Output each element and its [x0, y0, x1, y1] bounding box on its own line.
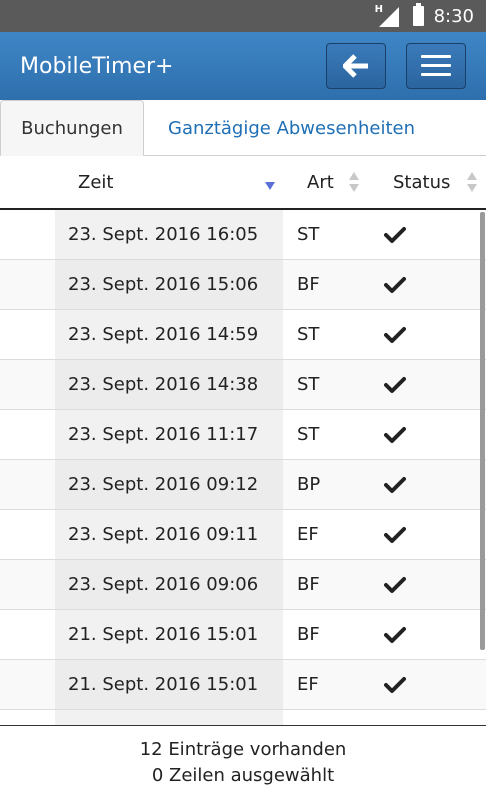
check-icon — [384, 576, 406, 593]
art-cell: BF — [297, 274, 320, 295]
art-cell: BF — [297, 624, 320, 645]
zeit-cell-bg — [55, 710, 283, 725]
battery-icon — [412, 3, 424, 26]
zeit-cell: 23. Sept. 2016 16:05 — [68, 224, 259, 245]
scrollbar[interactable] — [480, 212, 485, 650]
check-icon — [384, 226, 406, 243]
tab-buchungen[interactable]: Buchungen — [0, 100, 144, 156]
sort-descending-icon — [265, 182, 275, 190]
table-header: Zeit Art Status — [0, 157, 486, 210]
status-cell — [384, 360, 406, 409]
arrow-left-icon — [343, 54, 368, 78]
sort-icon-status — [467, 172, 477, 194]
zeit-cell: 23. Sept. 2016 14:59 — [68, 324, 259, 345]
art-cell: ST — [297, 224, 320, 245]
art-cell: EF — [297, 674, 319, 695]
table-row[interactable]: 23. Sept. 2016 09:06 BF — [0, 560, 486, 610]
status-bar: H 8:30 — [0, 0, 486, 32]
art-cell: ST — [297, 374, 320, 395]
check-icon — [384, 326, 406, 343]
status-cell — [384, 260, 406, 309]
art-cell: EF — [297, 524, 319, 545]
tab-bar: Buchungen Ganztägige Abwesenheiten — [0, 100, 486, 156]
column-header-status[interactable]: Status — [393, 157, 450, 208]
art-cell: BF — [297, 574, 320, 595]
zeit-cell: 21. Sept. 2016 15:01 — [68, 624, 259, 645]
table-row[interactable]: 21. Sept. 2016 15:01 EF — [0, 660, 486, 710]
status-cell — [384, 560, 406, 609]
status-cell — [384, 310, 406, 359]
check-icon — [384, 676, 406, 693]
clock: 8:30 — [433, 5, 474, 27]
column-header-zeit[interactable]: Zeit — [78, 157, 113, 208]
back-button[interactable] — [326, 43, 386, 89]
hamburger-icon — [421, 55, 451, 76]
app-bar: MobileTimer+ — [0, 32, 486, 100]
zeit-cell: 23. Sept. 2016 14:38 — [68, 374, 259, 395]
entries-count: 12 Einträge vorhanden — [139, 739, 347, 760]
zeit-cell: 23. Sept. 2016 11:17 — [68, 424, 259, 445]
status-cell — [384, 410, 406, 459]
status-cell — [384, 660, 406, 709]
tab-ganztaegige-abwesenheiten[interactable]: Ganztägige Abwesenheiten — [144, 100, 415, 156]
table-row[interactable]: 21. Sept. 2016 15:01 BF — [0, 610, 486, 660]
column-header-art[interactable]: Art — [307, 157, 334, 208]
status-cell — [384, 210, 406, 259]
art-cell: ST — [297, 324, 320, 345]
table-footer: 12 Einträge vorhanden 0 Zeilen ausgewähl… — [0, 725, 486, 800]
selected-count: 0 Zeilen ausgewählt — [151, 765, 335, 786]
art-cell: BP — [297, 474, 321, 495]
zeit-cell: 23. Sept. 2016 09:06 — [68, 574, 259, 595]
check-icon — [384, 426, 406, 443]
sort-icon-art — [349, 172, 359, 194]
check-icon — [384, 476, 406, 493]
table-row[interactable]: 23. Sept. 2016 09:11 EF — [0, 510, 486, 560]
table-row-partial[interactable] — [0, 710, 486, 725]
zeit-cell: 21. Sept. 2016 15:01 — [68, 674, 259, 695]
table-row[interactable]: 23. Sept. 2016 14:59 ST — [0, 310, 486, 360]
zeit-cell: 23. Sept. 2016 15:06 — [68, 274, 259, 295]
status-cell — [384, 460, 406, 509]
table-row[interactable]: 23. Sept. 2016 14:38 ST — [0, 360, 486, 410]
table-body: 23. Sept. 2016 16:05 ST 23. Sept. 2016 15:… — [0, 210, 486, 725]
zeit-cell: 23. Sept. 2016 09:12 — [68, 474, 259, 495]
check-icon — [384, 626, 406, 643]
table-row[interactable]: 23. Sept. 2016 15:06 BF — [0, 260, 486, 310]
check-icon — [384, 376, 406, 393]
table-row[interactable]: 23. Sept. 2016 16:05 ST — [0, 210, 486, 260]
menu-button[interactable] — [406, 43, 466, 89]
status-cell — [384, 610, 406, 659]
table-row[interactable]: 23. Sept. 2016 09:12 BP — [0, 460, 486, 510]
table-row[interactable]: 23. Sept. 2016 11:17 ST — [0, 410, 486, 460]
zeit-cell: 23. Sept. 2016 09:11 — [68, 524, 259, 545]
signal-icon: H — [375, 4, 399, 27]
art-cell: ST — [297, 424, 320, 445]
status-cell — [384, 510, 406, 559]
app-title: MobileTimer+ — [20, 53, 174, 79]
check-icon — [384, 276, 406, 293]
check-icon — [384, 526, 406, 543]
